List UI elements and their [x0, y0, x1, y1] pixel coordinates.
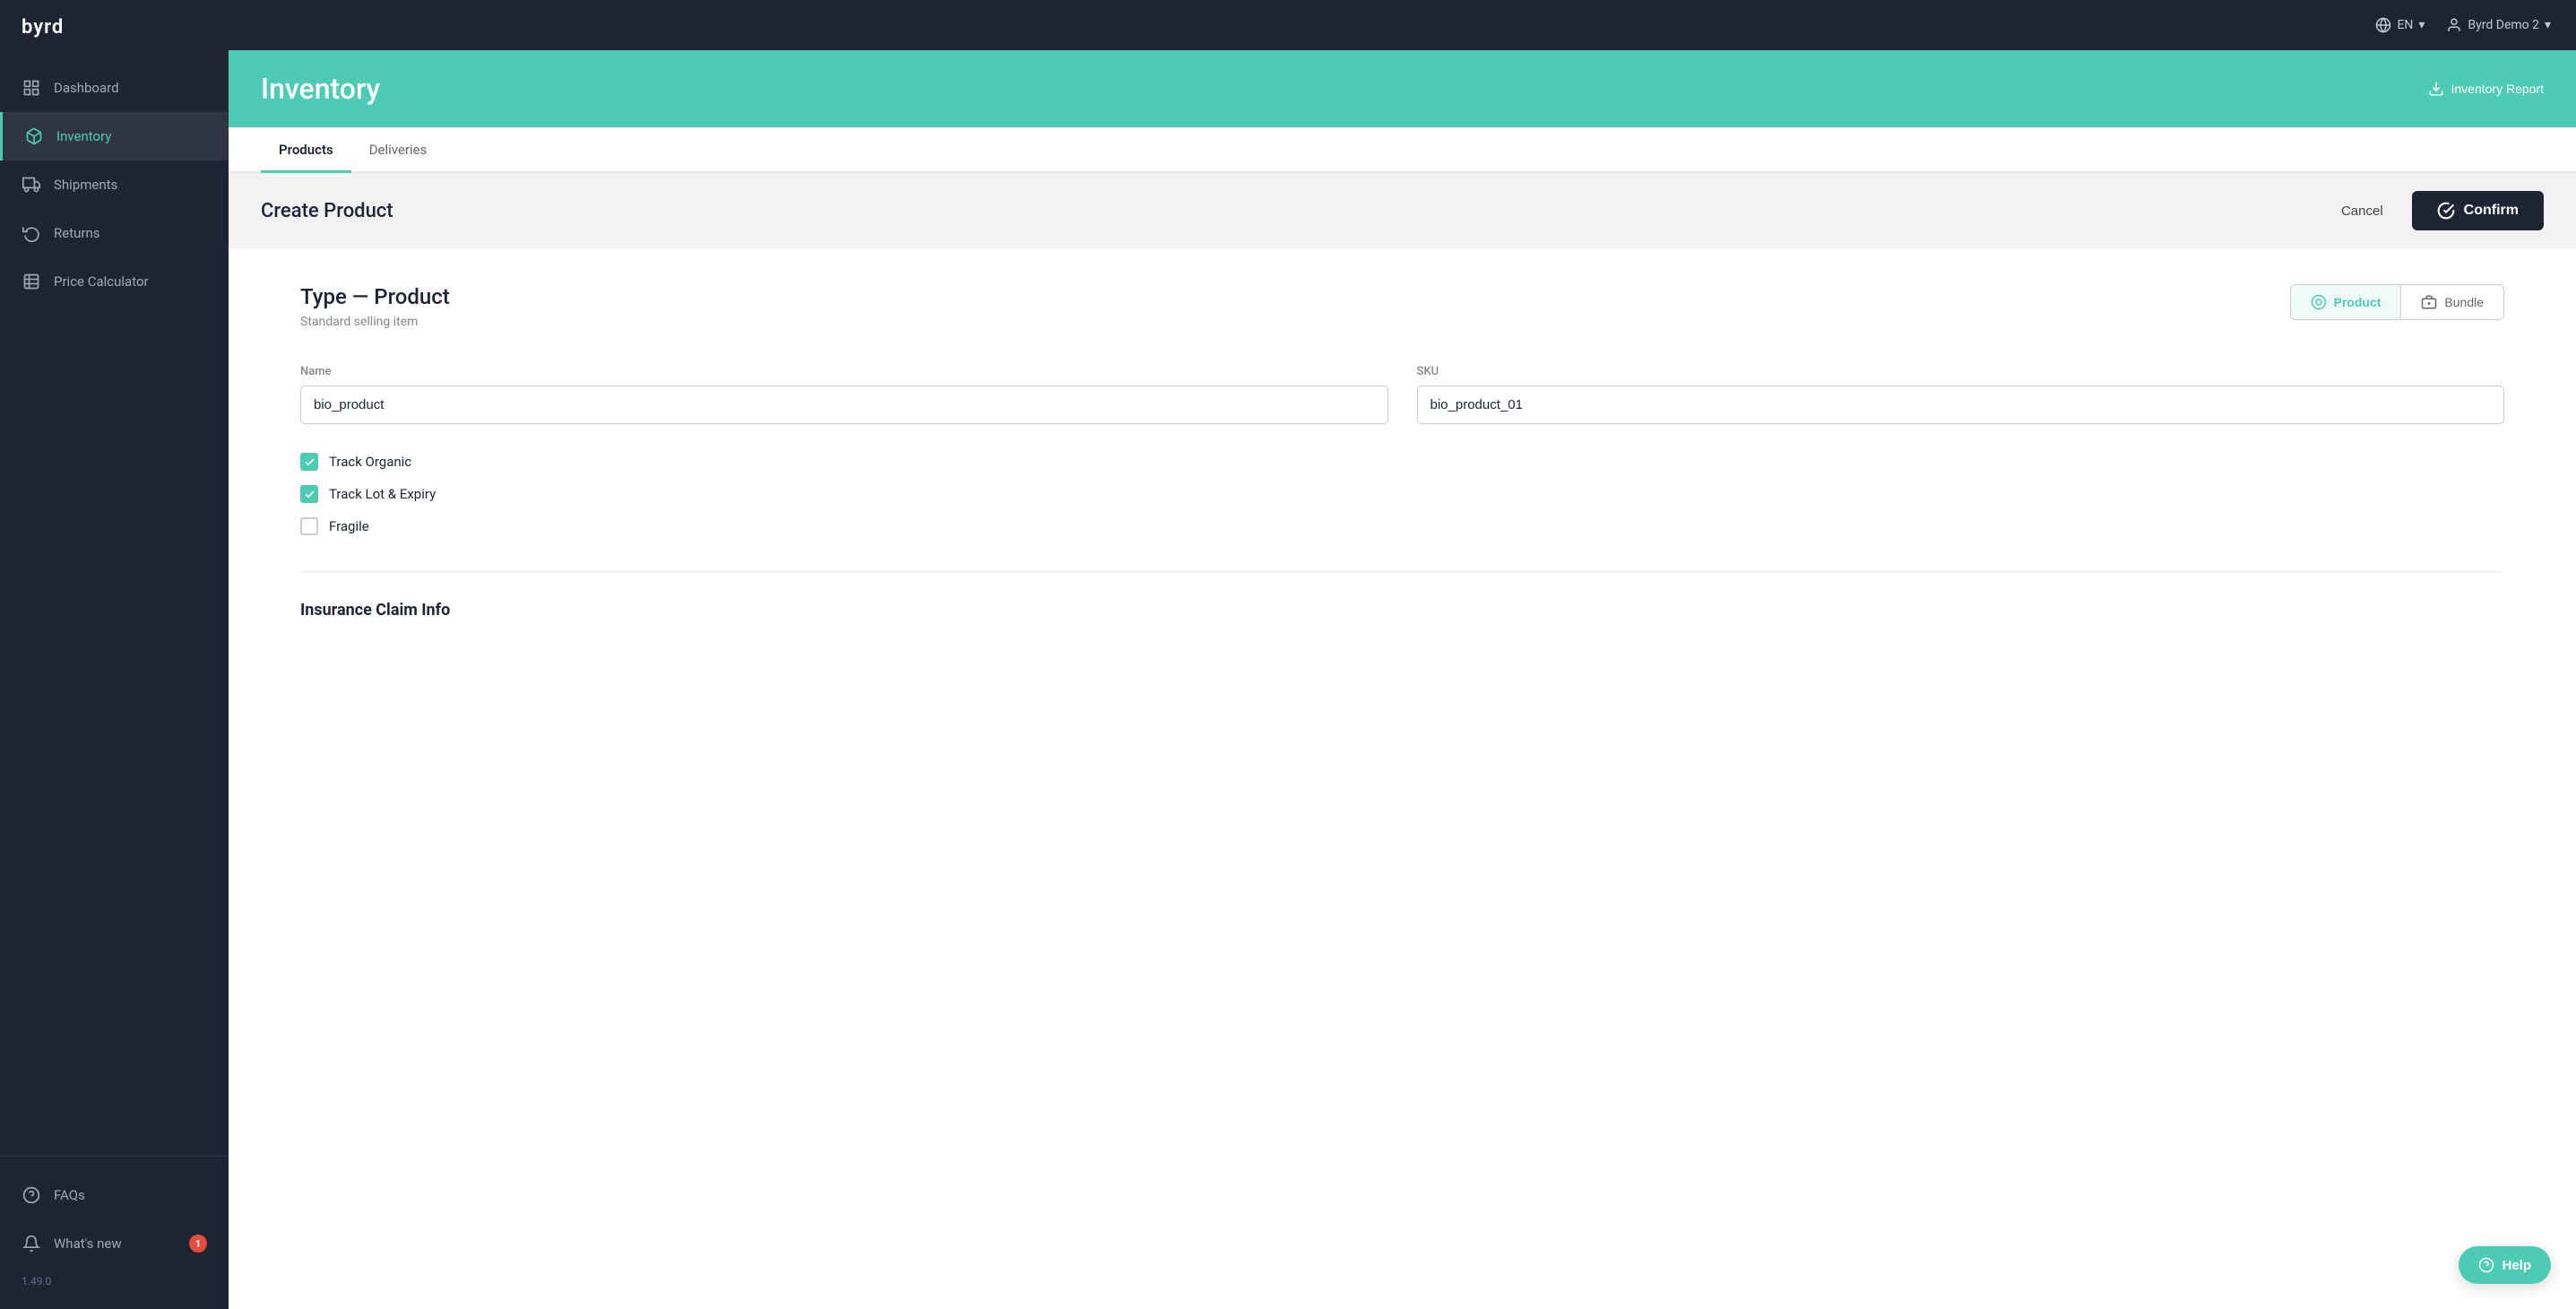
sidebar-item-label: Dashboard	[54, 80, 119, 96]
grid-icon	[22, 78, 41, 98]
bundle-type-icon	[2421, 294, 2437, 310]
type-row: Type — Product Standard selling item Pro…	[300, 284, 2504, 329]
form-area: Type — Product Standard selling item Pro…	[229, 248, 2576, 670]
sku-field-group: SKU	[1417, 365, 2505, 424]
name-input[interactable]	[300, 386, 1388, 424]
track-organic-label: Track Organic	[329, 454, 411, 470]
sidebar-item-label: Inventory	[56, 128, 111, 144]
sidebar-bottom: FAQs What's new 1 1.49.0	[0, 1156, 229, 1309]
create-product-title: Create Product	[261, 200, 393, 222]
product-type-icon	[2311, 294, 2327, 310]
page-header: Inventory Inventory Report	[229, 50, 2576, 127]
confirm-label: Confirm	[2464, 203, 2519, 219]
language-selector[interactable]: EN ▾	[2375, 17, 2425, 33]
track-organic-checkbox[interactable]	[300, 453, 318, 471]
truck-icon	[22, 175, 41, 195]
form-fields-row: Name SKU	[300, 365, 2504, 424]
type-bundle-button[interactable]: Bundle	[2400, 285, 2503, 319]
refresh-icon	[22, 223, 41, 243]
content-area: Products Deliveries Create Product Cance…	[229, 127, 2576, 1309]
download-icon	[2428, 81, 2444, 97]
sidebar-item-shipments[interactable]: Shipments	[0, 160, 229, 209]
type-toggle: Product Bundle	[2290, 284, 2504, 320]
sidebar-item-label: Shipments	[54, 177, 117, 193]
name-field-group: Name	[300, 365, 1388, 424]
type-info: Type — Product Standard selling item	[300, 284, 450, 329]
sidebar-item-inventory[interactable]: Inventory	[0, 112, 229, 160]
sidebar-item-label: Returns	[54, 225, 99, 241]
logo-text: byrd	[22, 16, 64, 39]
type-label: Type — Product	[300, 284, 450, 309]
sku-label: SKU	[1417, 365, 2505, 378]
box-icon	[24, 126, 44, 146]
type-product-button[interactable]: Product	[2291, 285, 2401, 319]
type-description: Standard selling item	[300, 315, 450, 329]
tabs-bar: Products Deliveries	[229, 127, 2576, 173]
checkmark-icon	[304, 456, 316, 468]
check-circle-icon	[2437, 202, 2455, 220]
sidebar-item-label: FAQs	[54, 1187, 85, 1203]
bell-icon	[22, 1234, 41, 1253]
checkboxes-section: Track Organic Track Lot & Expiry Fragile	[300, 453, 2504, 535]
inventory-report-button[interactable]: Inventory Report	[2428, 81, 2545, 97]
tab-deliveries[interactable]: Deliveries	[351, 127, 445, 173]
table-icon	[22, 272, 41, 291]
track-organic-checkbox-row[interactable]: Track Organic	[300, 453, 2504, 471]
sidebar-item-dashboard[interactable]: Dashboard	[0, 64, 229, 112]
insurance-title: Insurance Claim Info	[300, 601, 2504, 620]
track-lot-expiry-label: Track Lot & Expiry	[329, 486, 436, 502]
type-product-label: Product	[2334, 295, 2382, 309]
fragile-checkbox[interactable]	[300, 517, 318, 535]
globe-icon	[2375, 17, 2391, 33]
create-product-header: Create Product Cancel Confirm	[229, 173, 2576, 248]
language-chevron-icon: ▾	[2418, 18, 2425, 32]
sidebar-item-returns[interactable]: Returns	[0, 209, 229, 257]
help-label: Help	[2502, 1258, 2531, 1273]
track-lot-expiry-checkbox[interactable]	[300, 485, 318, 503]
tab-products[interactable]: Products	[261, 127, 351, 173]
help-circle-icon	[22, 1185, 41, 1205]
user-name: Byrd Demo 2	[2468, 18, 2539, 32]
user-chevron-icon: ▾	[2545, 18, 2551, 32]
name-label: Name	[300, 365, 1388, 378]
main-content: EN ▾ Byrd Demo 2 ▾ Inventory Inventory R…	[229, 0, 2576, 1309]
version-text: 1.49.0	[0, 1268, 229, 1295]
sidebar-item-label: Price Calculator	[54, 273, 149, 290]
sidebar-item-faqs[interactable]: FAQs	[0, 1171, 229, 1219]
header-actions: Cancel Confirm	[2327, 191, 2544, 230]
confirm-button[interactable]: Confirm	[2412, 191, 2544, 230]
track-lot-expiry-checkbox-row[interactable]: Track Lot & Expiry	[300, 485, 2504, 503]
sidebar-item-price-calculator[interactable]: Price Calculator	[0, 257, 229, 306]
checkmark-icon	[304, 489, 316, 500]
sidebar-item-whats-new[interactable]: What's new 1	[0, 1219, 229, 1268]
sidebar-item-label: What's new	[54, 1235, 122, 1252]
language-label: EN	[2397, 18, 2413, 32]
topbar: EN ▾ Byrd Demo 2 ▾	[229, 0, 2576, 50]
sidebar-nav: Dashboard Inventory Shipments	[0, 55, 229, 1156]
fragile-label: Fragile	[329, 518, 369, 534]
help-button[interactable]: Help	[2459, 1246, 2551, 1284]
fragile-checkbox-row[interactable]: Fragile	[300, 517, 2504, 535]
type-bundle-label: Bundle	[2444, 295, 2484, 309]
sidebar: byrd Dashboard Inventory	[0, 0, 229, 1309]
inventory-report-label: Inventory Report	[2451, 82, 2545, 96]
whats-new-badge: 1	[189, 1235, 207, 1253]
help-icon	[2478, 1257, 2494, 1273]
page-title: Inventory	[261, 72, 380, 106]
cancel-button[interactable]: Cancel	[2327, 196, 2398, 226]
sku-input[interactable]	[1417, 386, 2505, 424]
user-icon	[2446, 17, 2462, 33]
insurance-section: Insurance Claim Info	[300, 571, 2504, 620]
user-menu[interactable]: Byrd Demo 2 ▾	[2446, 17, 2551, 33]
sidebar-logo: byrd	[0, 0, 229, 55]
